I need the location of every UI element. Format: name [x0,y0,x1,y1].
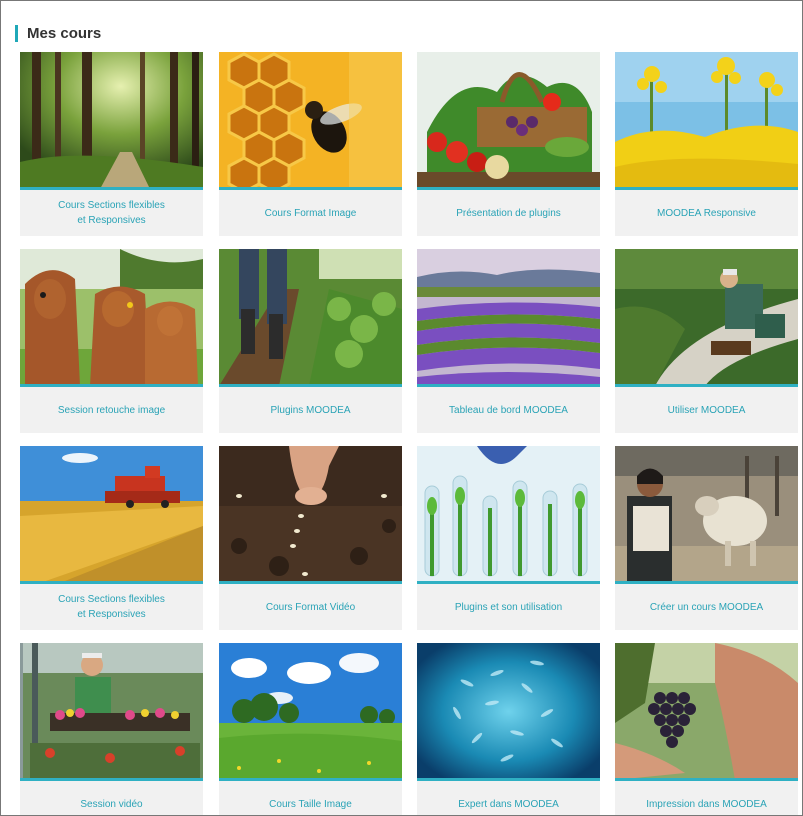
course-title[interactable]: MOODEA Responsive [619,191,794,235]
bee-honeycomb-image [219,52,402,189]
course-card[interactable]: Tableau de bord MOODEA [417,249,600,433]
my-courses-panel: Mes cours Cours Sections flexibles et Re… [0,0,803,816]
course-card[interactable]: Expert dans MOODEA [417,643,600,815]
cows-in-field-image [20,249,203,386]
lab-plants-image [417,446,600,583]
course-card[interactable]: Plugins et son utilisation [417,446,600,630]
course-image-turf[interactable] [615,249,798,386]
course-image-vegetables[interactable] [417,52,600,189]
course-title[interactable]: Session retouche image [24,388,199,432]
card-separator [219,581,402,584]
course-title[interactable]: Cours Format Image [223,191,398,235]
fish-school-image [417,643,600,780]
course-image-grapes[interactable] [615,643,798,780]
planting-seeds-image [219,446,402,583]
course-image-seeds[interactable] [219,446,402,583]
course-title[interactable]: Plugins MOODEA [223,388,398,432]
course-title[interactable]: Cours Sections flexibles et Responsives [24,191,199,235]
card-separator [219,778,402,781]
card-separator [417,187,600,190]
rapeseed-flowers-image [615,52,798,189]
course-image-greenhouse[interactable] [20,643,203,780]
course-title[interactable]: Plugins et son utilisation [421,585,596,629]
lavender-field-image [417,249,600,386]
section-title: Mes cours [27,24,102,42]
course-card[interactable]: Présentation de plugins [417,52,600,236]
woman-with-sheep-image [615,446,798,583]
course-image-rapeseed[interactable] [615,52,798,189]
card-separator [417,384,600,387]
card-separator [20,384,203,387]
forest-path-image [20,52,203,189]
course-image-sheep[interactable] [615,446,798,583]
course-title[interactable]: Session vidéo [24,782,199,815]
course-image-lavender[interactable] [417,249,600,386]
course-card[interactable]: Plugins MOODEA [219,249,402,433]
card-separator [20,581,203,584]
course-title[interactable]: Cours Format Vidéo [223,585,398,629]
card-separator [417,778,600,781]
course-image-cows[interactable] [20,249,203,386]
course-card[interactable]: MOODEA Responsive [615,52,798,236]
course-image-harvester[interactable] [20,446,203,583]
course-title[interactable]: Utiliser MOODEA [619,388,794,432]
combine-harvester-image [20,446,203,583]
card-separator [417,581,600,584]
course-title[interactable]: Créer un cours MOODEA [619,585,794,629]
course-image-farmer[interactable] [219,249,402,386]
course-title[interactable]: Présentation de plugins [421,191,596,235]
course-card[interactable]: Impression dans MOODEA [615,643,798,815]
course-card[interactable]: Cours Sections flexibles et Responsives [20,52,203,236]
course-image-bee[interactable] [219,52,402,189]
grape-harvest-image [615,643,798,780]
green-meadow-image [219,643,402,780]
course-image-lab[interactable] [417,446,600,583]
course-title[interactable]: Cours Sections flexibles et Responsives [24,585,199,629]
card-separator [615,778,798,781]
accent-bar [15,24,18,42]
section-header: Mes cours [15,23,101,43]
course-title[interactable]: Cours Taille Image [223,782,398,815]
course-title[interactable]: Tableau de bord MOODEA [421,388,596,432]
card-separator [615,187,798,190]
course-image-meadow[interactable] [219,643,402,780]
course-card[interactable]: Cours Sections flexibles et Responsives [20,446,203,630]
course-card[interactable]: Session vidéo [20,643,203,815]
course-image-forest[interactable] [20,52,203,189]
course-card[interactable]: Session retouche image [20,249,203,433]
course-card[interactable]: Créer un cours MOODEA [615,446,798,630]
farmer-in-rows-image [219,249,402,386]
course-title[interactable]: Impression dans MOODEA [619,782,794,815]
laying-turf-image [615,249,798,386]
card-separator [615,581,798,584]
course-image-fish[interactable] [417,643,600,780]
card-separator [20,778,203,781]
course-title[interactable]: Expert dans MOODEA [421,782,596,815]
vegetable-basket-image [417,52,600,189]
card-separator [219,187,402,190]
card-separator [20,187,203,190]
card-separator [615,384,798,387]
card-separator [219,384,402,387]
greenhouse-worker-image [20,643,203,780]
course-card[interactable]: Cours Taille Image [219,643,402,815]
course-card[interactable]: Cours Format Vidéo [219,446,402,630]
course-card[interactable]: Cours Format Image [219,52,402,236]
course-card[interactable]: Utiliser MOODEA [615,249,798,433]
